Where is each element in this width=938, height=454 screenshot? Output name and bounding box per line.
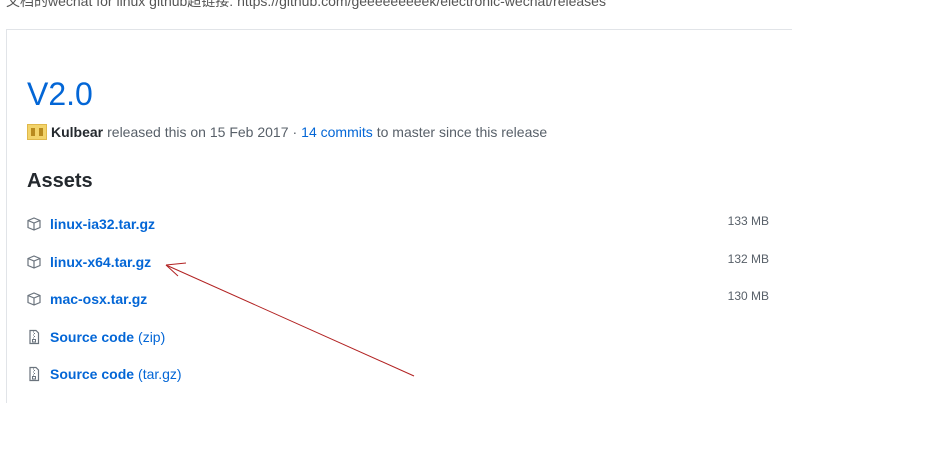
separator: · <box>292 124 298 140</box>
asset-link[interactable]: Source code <box>50 329 134 345</box>
asset-size: 133 MB <box>727 214 769 228</box>
package-icon <box>26 291 42 307</box>
release-meta: Kulbear released this on 15 Feb 2017 · 1… <box>27 124 547 140</box>
package-icon <box>26 216 42 232</box>
assets-heading: Assets <box>27 170 93 192</box>
asset-format: (tar.gz) <box>138 366 182 382</box>
asset-row: linux-ia32.tar.gz 133 MB <box>26 213 771 235</box>
commits-suffix: to master since this release <box>376 124 548 140</box>
asset-link[interactable]: mac-osx.tar.gz <box>50 291 147 307</box>
avatar[interactable] <box>27 124 47 140</box>
top-note: 文档的wechat for linux github超链接: https://g… <box>6 0 606 9</box>
package-icon <box>26 254 42 270</box>
asset-row: linux-x64.tar.gz 132 MB <box>26 251 771 273</box>
release-title-link[interactable]: V2.0 <box>27 75 93 113</box>
asset-row: Source code (tar.gz) <box>26 363 771 385</box>
released-text: released this on 15 Feb 2017 <box>107 124 289 140</box>
asset-link[interactable]: linux-x64.tar.gz <box>50 254 151 270</box>
asset-format: (zip) <box>138 329 166 345</box>
file-zip-icon <box>26 329 42 345</box>
asset-size: 130 MB <box>727 289 769 303</box>
asset-link[interactable]: Source code <box>50 366 134 382</box>
commits-link[interactable]: 14 commits <box>301 124 373 140</box>
file-zip-icon <box>26 366 42 382</box>
asset-link[interactable]: linux-ia32.tar.gz <box>50 216 155 232</box>
asset-size: 132 MB <box>727 252 769 266</box>
author-link[interactable]: Kulbear <box>51 124 103 140</box>
asset-row: Source code (zip) <box>26 326 771 348</box>
asset-row: mac-osx.tar.gz 130 MB <box>26 288 771 310</box>
